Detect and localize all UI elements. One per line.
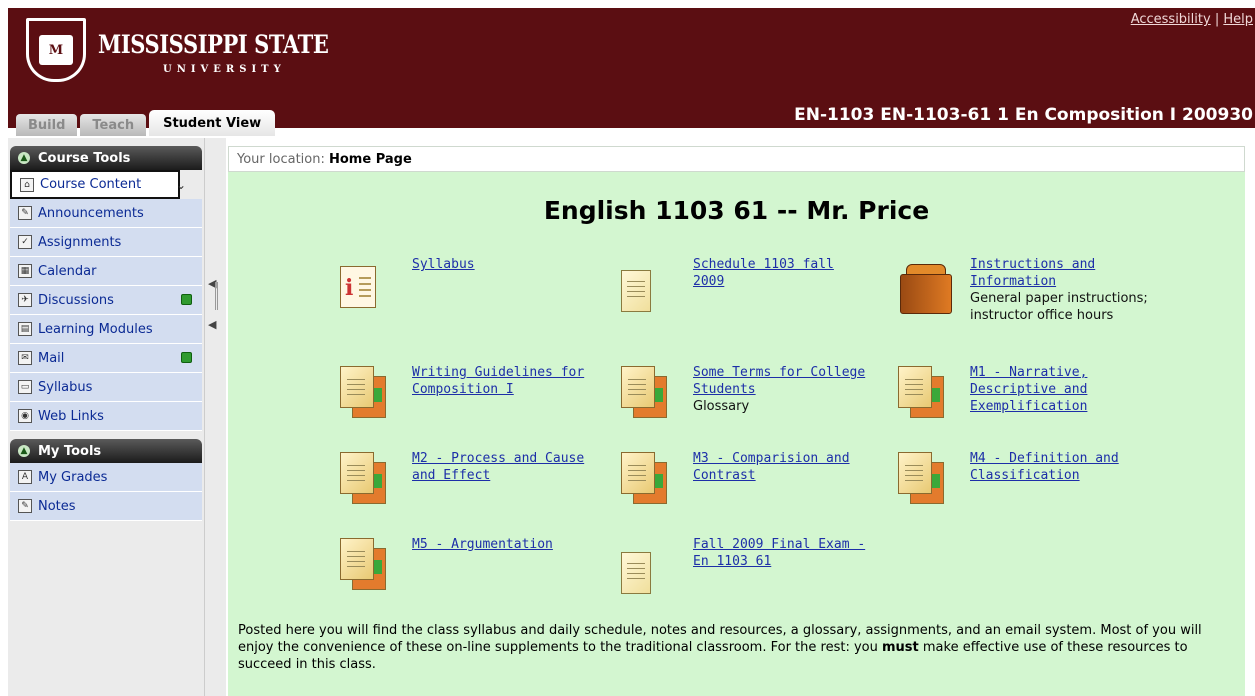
announcement-icon: ✎: [18, 206, 32, 220]
discussion-icon: ✈: [18, 293, 32, 307]
item-link[interactable]: Instructions and Information: [970, 257, 1095, 289]
item-link[interactable]: Fall 2009 Final Exam - En 1103 61: [693, 537, 865, 569]
item-link[interactable]: M3 - Comparision and Contrast: [693, 451, 850, 483]
globe-icon: ◉: [18, 409, 32, 423]
tab-teach[interactable]: Teach: [80, 114, 147, 136]
site-header: M MISSISSIPPI STATE UNIVERSITY Accessibi…: [8, 8, 1255, 136]
intro-text-bold: must: [881, 640, 919, 655]
item-link[interactable]: Schedule 1103 fall 2009: [693, 257, 834, 289]
grades-icon: A: [18, 470, 32, 484]
breadcrumb-current: Home Page: [329, 152, 412, 167]
collapse-up-icon[interactable]: ▲: [18, 445, 30, 457]
sidebar-item-label: My Grades: [38, 469, 108, 485]
sidebar-resize-handle[interactable]: ◀ ◀: [204, 138, 226, 696]
item-link[interactable]: M5 - Argumentation: [412, 537, 553, 552]
sidebar-item-syllabus[interactable]: ▭ Syllabus: [10, 373, 202, 402]
sidebar-item-label: Course Content: [40, 177, 142, 192]
university-logo[interactable]: M: [26, 18, 86, 82]
sidebar-item-course-content[interactable]: ⌂ Course Content: [10, 170, 180, 199]
sidebar-item-calendar[interactable]: ▦ Calendar: [10, 257, 202, 286]
sidebar-item-label: Notes: [38, 498, 76, 514]
main-content: Your location: Home Page English 1103 61…: [228, 146, 1245, 696]
item-description: Glossary: [693, 399, 750, 414]
item-link[interactable]: M1 - Narrative, Descriptive and Exemplif…: [970, 365, 1087, 414]
course-title: EN-1103 EN-1103-61 1 En Composition I 20…: [794, 105, 1253, 125]
accessibility-link[interactable]: Accessibility: [1131, 12, 1211, 27]
sidebar-item-label: Syllabus: [38, 379, 93, 395]
my-tools-header[interactable]: ▲ My Tools: [10, 439, 202, 463]
sidebar-item-label: Assignments: [38, 234, 122, 250]
folder-stack-icon[interactable]: [621, 452, 667, 508]
page-title: English 1103 61 -- Mr. Price: [543, 196, 930, 225]
sidebar-item-web-links[interactable]: ◉ Web Links: [10, 402, 202, 431]
folder-stack-icon[interactable]: [621, 366, 667, 422]
tab-student-view[interactable]: Student View: [149, 110, 276, 136]
folder-stack-icon[interactable]: [898, 452, 944, 508]
sidebar-item-mail[interactable]: ✉ Mail: [10, 344, 202, 373]
syllabus-icon: ▭: [18, 380, 32, 394]
role-tabs: Build Teach Student View: [16, 110, 278, 136]
notes-icon: ✎: [18, 499, 32, 513]
sidebar-item-learning-modules[interactable]: ▤ Learning Modules: [10, 315, 202, 344]
new-items-badge-icon: [181, 294, 192, 305]
sidebar-item-announcements[interactable]: ✎ Announcements: [10, 199, 202, 228]
sidebar-item-label: Web Links: [38, 408, 104, 424]
breadcrumb-prefix: Your location:: [237, 152, 325, 167]
help-link[interactable]: Help: [1223, 12, 1253, 27]
sidebar-item-label: Calendar: [38, 263, 97, 279]
link-separator: |: [1214, 12, 1220, 27]
home-icon: ⌂: [20, 177, 34, 192]
sidebar: ▲ Course Tools ⌂ Course Content ✎ Announ…: [8, 138, 204, 696]
item-link[interactable]: Syllabus: [412, 257, 475, 272]
logo-mark: M: [39, 35, 73, 65]
course-tools-header[interactable]: ▲ Course Tools: [10, 146, 202, 170]
folder-stack-icon[interactable]: [898, 366, 944, 422]
sidebar-item-my-grades[interactable]: A My Grades: [10, 463, 202, 492]
assignment-icon: ✓: [18, 235, 32, 249]
course-tools-heading: Course Tools: [38, 150, 131, 166]
sidebar-item-label: Learning Modules: [38, 321, 153, 337]
module-icon: ▤: [18, 322, 32, 336]
chevron-down-icon[interactable]: ⌄: [176, 178, 186, 192]
brand-title: MISSISSIPPI STATE: [98, 30, 329, 59]
top-links: Accessibility | Help: [1131, 12, 1253, 27]
item-description: General paper instructions; instructor o…: [970, 291, 1148, 323]
sidebar-item-label: Discussions: [38, 292, 114, 308]
sidebar-item-label: Mail: [38, 350, 65, 366]
tab-build[interactable]: Build: [16, 114, 78, 136]
item-link[interactable]: Some Terms for College Students: [693, 365, 865, 397]
folder-stack-icon[interactable]: [340, 366, 386, 422]
my-tools-heading: My Tools: [38, 443, 102, 459]
brand-subtitle: UNIVERSITY: [163, 64, 286, 75]
new-items-badge-icon: [181, 352, 192, 363]
sidebar-item-assignments[interactable]: ✓ Assignments: [10, 228, 202, 257]
document-icon[interactable]: [621, 552, 651, 594]
item-link[interactable]: M2 - Process and Cause and Effect: [412, 451, 584, 483]
collapse-up-icon[interactable]: ▲: [18, 152, 30, 164]
intro-paragraph: Posted here you will find the class syll…: [238, 622, 1228, 673]
mail-icon: ✉: [18, 351, 32, 365]
sidebar-item-notes[interactable]: ✎ Notes: [10, 492, 202, 521]
syllabus-file-icon[interactable]: i: [340, 266, 376, 308]
folder-stack-icon[interactable]: [340, 538, 386, 594]
briefcase-icon[interactable]: [898, 264, 954, 318]
folder-stack-icon[interactable]: [340, 452, 386, 508]
item-link[interactable]: M4 - Definition and Classification: [970, 451, 1119, 483]
breadcrumb: Your location: Home Page: [228, 146, 1245, 172]
calendar-icon: ▦: [18, 264, 32, 278]
item-link[interactable]: Writing Guidelines for Composition I: [412, 365, 584, 397]
document-icon[interactable]: [621, 270, 651, 312]
sidebar-item-label: Announcements: [38, 205, 144, 221]
drag-handle[interactable]: [215, 282, 218, 310]
collapse-left-icon[interactable]: ◀: [208, 318, 216, 331]
sidebar-item-discussions[interactable]: ✈ Discussions: [10, 286, 202, 315]
